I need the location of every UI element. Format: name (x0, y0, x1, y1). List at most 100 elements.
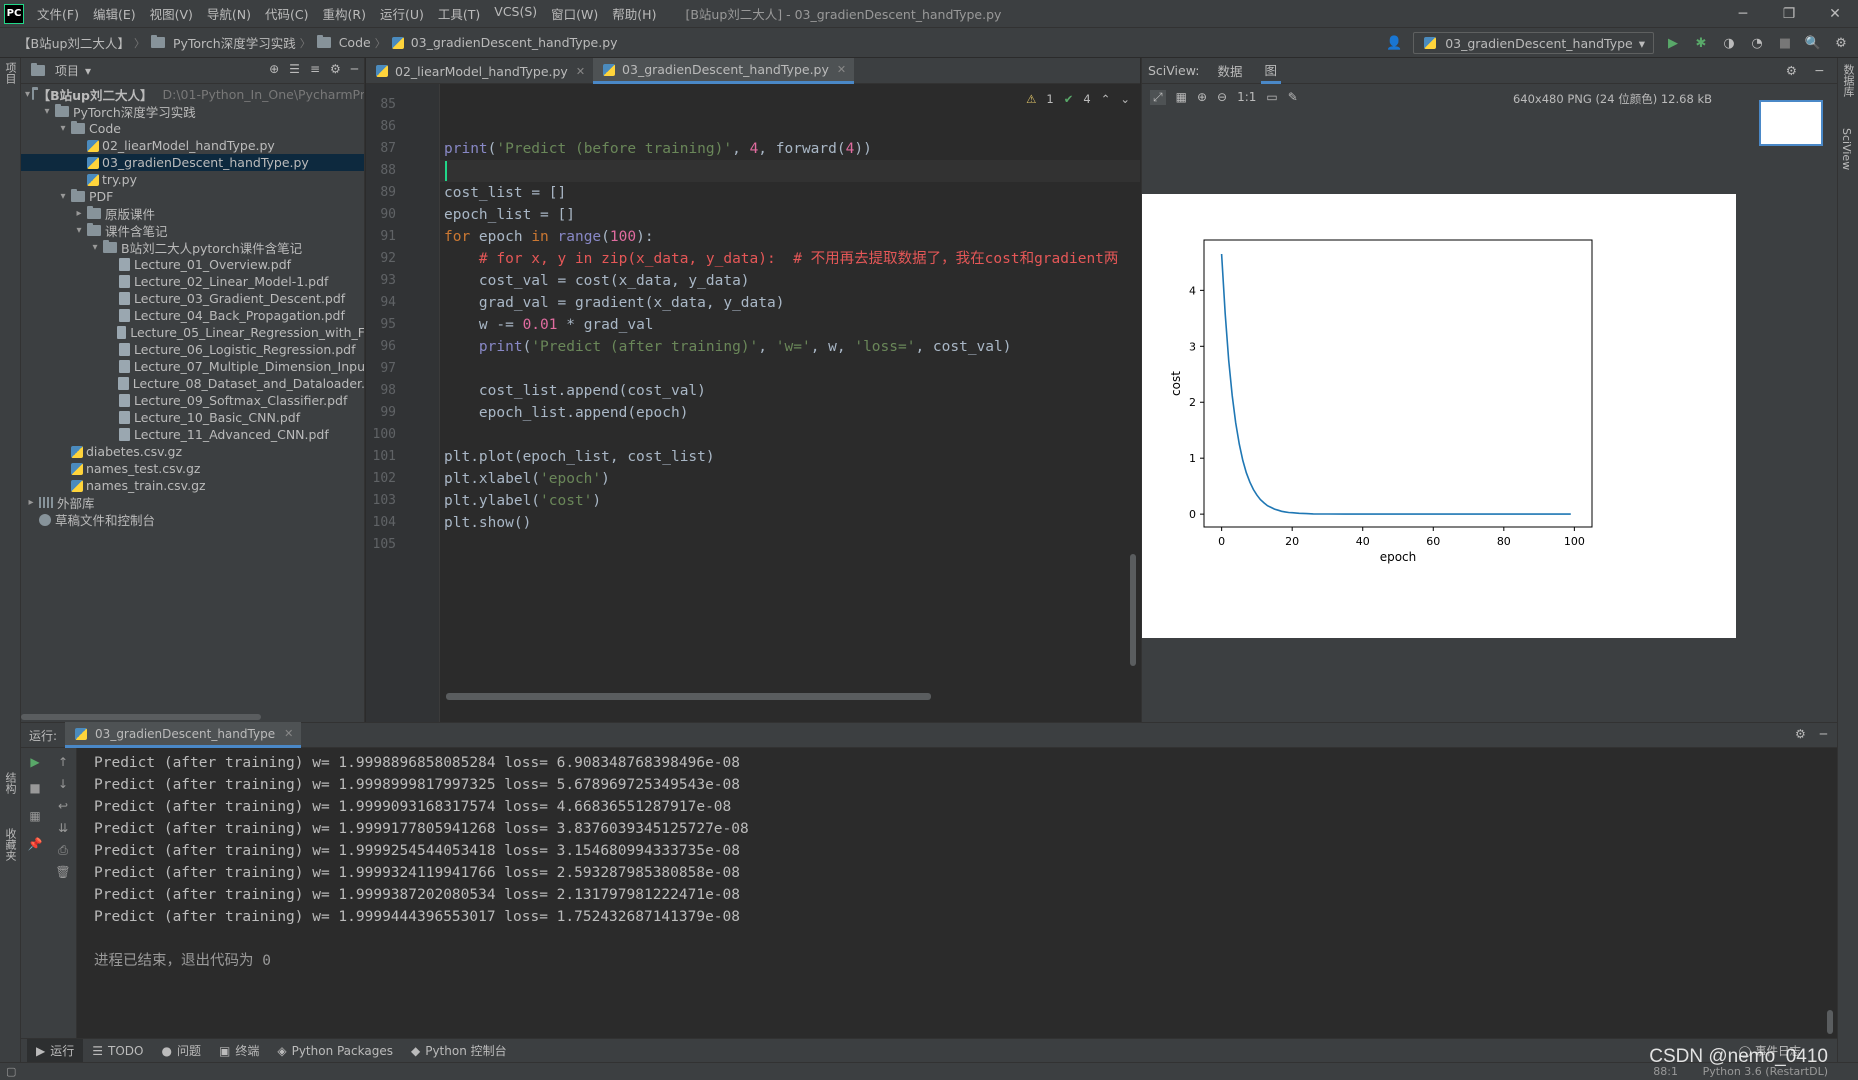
zoom-out-icon[interactable]: ⊖ (1217, 90, 1227, 104)
settings-icon[interactable]: ⚙ (1832, 34, 1850, 52)
expand-all-icon[interactable]: ☰ (289, 62, 300, 76)
code-editor[interactable]: 85 86 87 88 89 90 91 92 93 94 95 96 97 98 99 100 101 102 1… (366, 84, 1140, 722)
coverage-icon[interactable]: ◑ (1720, 34, 1738, 52)
stop-icon[interactable]: ■ (27, 780, 43, 796)
menu-item-4[interactable]: 代码(C) (258, 4, 315, 23)
menu-item-3[interactable]: 导航(N) (200, 4, 258, 23)
tree-item[interactable]: ▸ 原版课件 (21, 205, 364, 222)
tree-item[interactable]: ▾ PDF (21, 188, 364, 205)
breadcrumb-item[interactable]: Code (311, 35, 375, 50)
gear-icon[interactable]: ⚙ (1786, 63, 1797, 78)
run-tab[interactable]: 03_gradienDescent_handType ✕ (65, 722, 302, 748)
close-icon[interactable]: ✕ (1812, 0, 1858, 28)
profile-icon[interactable]: ◔ (1748, 34, 1766, 52)
gear-icon[interactable]: ⚙ (1795, 727, 1806, 741)
breadcrumb-item[interactable]: 【B站up刘二大人】 (14, 33, 134, 52)
tool-window-tab[interactable]: ◆ Python 控制台 (402, 1039, 516, 1063)
arrow-up-icon[interactable]: ↑ (55, 754, 71, 770)
layout-icon[interactable]: ▦ (27, 808, 43, 824)
breadcrumb-item[interactable]: 03_gradienDescent_handType.py (386, 35, 622, 50)
menu-item-5[interactable]: 重构(R) (316, 4, 373, 23)
tree-item[interactable]: 草稿文件和控制台 (21, 511, 364, 528)
menu-item-9[interactable]: 窗口(W) (544, 4, 605, 23)
trash-icon[interactable]: 🗑 (55, 864, 71, 880)
menu-item-0[interactable]: 文件(F) (30, 4, 86, 23)
gear-icon[interactable]: ⚙ (330, 62, 341, 76)
tree-item[interactable]: 02_liearModel_handType.py (21, 137, 364, 154)
close-icon[interactable]: ✕ (837, 63, 846, 76)
zoom-in-icon[interactable]: ⊕ (1197, 90, 1207, 104)
user-icon[interactable]: 👤 (1385, 34, 1403, 52)
tree-item[interactable]: ▾ 课件含笔记 (21, 222, 364, 239)
close-icon[interactable]: ✕ (284, 727, 293, 740)
project-tool-tab[interactable]: 项目 (2, 62, 18, 84)
inspection-status[interactable]: ⚠ 1 ✔ 4 ⌃ ⌄ (1026, 92, 1130, 106)
color-picker-icon[interactable]: ✎ (1288, 90, 1298, 104)
tool-window-tab[interactable]: ▣ 终端 (210, 1039, 268, 1063)
tree-item[interactable]: Lecture_04_Back_Propagation.pdf (21, 307, 364, 324)
tree-item[interactable]: Lecture_09_Softmax_Classifier.pdf (21, 392, 364, 409)
project-panel-title[interactable]: 项目 (55, 62, 79, 79)
plot-thumbnail[interactable] (1759, 100, 1823, 146)
chevron-icon[interactable]: ▾ (41, 106, 53, 117)
tool-window-tab[interactable]: ◈ Python Packages (268, 1039, 402, 1063)
hide-icon[interactable]: ─ (1820, 727, 1827, 741)
background-icon[interactable]: ▭ (1266, 90, 1277, 104)
tree-item[interactable]: ▾ 【B站up刘二大人】 D:\01-Python_In_One\PycharmPr (21, 86, 364, 103)
breadcrumb-item[interactable]: PyTorch深度学习实践 (145, 33, 300, 52)
run-icon[interactable]: ▶ (1664, 34, 1682, 52)
tool-window-tab[interactable]: ▶ 运行 (27, 1038, 84, 1063)
database-tool-tab[interactable]: 数据库 (1840, 64, 1856, 97)
debug-icon[interactable]: ✱ (1692, 34, 1710, 52)
tool-window-tab[interactable]: ☰ TODO (83, 1039, 152, 1063)
tree-item[interactable]: try.py (21, 171, 364, 188)
scroll-to-end-icon[interactable]: ⇊ (55, 820, 71, 836)
restore-icon[interactable]: ❐ (1766, 0, 1812, 28)
chevron-icon[interactable]: ▾ (25, 89, 30, 100)
grid-icon[interactable]: ▦ (1176, 90, 1187, 104)
editor-horizontal-scrollbar[interactable] (446, 693, 931, 700)
tree-item[interactable]: ▾ Code (21, 120, 364, 137)
tree-item[interactable]: Lecture_03_Gradient_Descent.pdf (21, 290, 364, 307)
tree-item[interactable]: ▸ 外部库 (21, 494, 364, 511)
chevron-down-icon[interactable]: ⌄ (1120, 92, 1130, 106)
run-console[interactable]: Predict (after training) w= 1.9998896858… (78, 748, 1837, 1038)
chevron-down-icon[interactable]: ▾ (85, 64, 91, 78)
chevron-icon[interactable]: ▾ (89, 242, 101, 253)
favorites-tool-tab[interactable]: 收藏夹 (2, 828, 18, 861)
menu-item-10[interactable]: 帮助(H) (605, 4, 663, 23)
locate-icon[interactable]: ⊕ (269, 62, 279, 76)
menu-item-2[interactable]: 视图(V) (143, 4, 200, 23)
chevron-icon[interactable]: ▾ (57, 191, 69, 202)
chevron-icon[interactable]: ▾ (57, 123, 69, 134)
actual-size-button[interactable]: 1:1 (1237, 90, 1256, 104)
menu-item-8[interactable]: VCS(S) (487, 4, 544, 23)
layout-toggle-icon[interactable]: ▢ (6, 1065, 16, 1078)
tree-item[interactable]: Lecture_05_Linear_Regression_with_F (21, 324, 364, 341)
search-icon[interactable]: 🔍 (1804, 34, 1822, 52)
minimize-icon[interactable]: ─ (1720, 0, 1766, 28)
tree-item[interactable]: ▾ PyTorch深度学习实践 (21, 103, 364, 120)
tree-item[interactable]: ▾ B站刘二大人pytorch课件含笔记 (21, 239, 364, 256)
tree-item[interactable]: Lecture_07_Multiple_Dimension_Inpu (21, 358, 364, 375)
menu-item-7[interactable]: 工具(T) (431, 4, 487, 23)
editor-tab[interactable]: 03_gradienDescent_handType.py ✕ (593, 58, 855, 84)
run-configuration-select[interactable]: 03_gradienDescent_handType ▾ (1413, 32, 1654, 54)
menu-item-1[interactable]: 编辑(E) (86, 4, 143, 23)
tree-item[interactable]: Lecture_06_Logistic_Regression.pdf (21, 341, 364, 358)
print-icon[interactable]: ⎙ (55, 842, 71, 858)
pin-icon[interactable]: 📌 (27, 836, 43, 852)
tree-item[interactable]: names_train.csv.gz (21, 477, 364, 494)
tab-plots[interactable]: 图 (1260, 58, 1282, 84)
tree-item[interactable]: names_test.csv.gz (21, 460, 364, 477)
tree-item[interactable]: Lecture_10_Basic_CNN.pdf (21, 409, 364, 426)
chevron-icon[interactable]: ▾ (73, 225, 85, 236)
arrow-down-icon[interactable]: ↓ (55, 776, 71, 792)
tree-item[interactable]: Lecture_01_Overview.pdf (21, 256, 364, 273)
collapse-all-icon[interactable]: ≡ (310, 62, 320, 76)
soft-wrap-icon[interactable]: ↩ (55, 798, 71, 814)
tree-item[interactable]: Lecture_02_Linear_Model-1.pdf (21, 273, 364, 290)
hide-icon[interactable]: ─ (351, 62, 358, 76)
console-vertical-scrollbar[interactable] (1827, 1010, 1833, 1034)
tab-data[interactable]: 数据 (1213, 58, 1246, 84)
